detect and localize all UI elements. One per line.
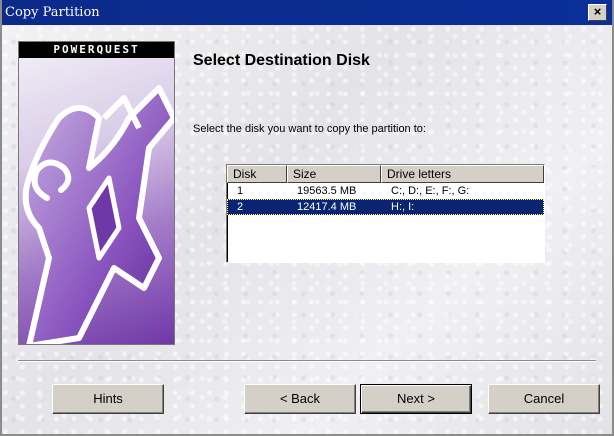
disk-row-1[interactable]: 1 19563.5 MB C:, D:, E:, F:, G: xyxy=(227,183,544,199)
cancel-button[interactable]: Cancel xyxy=(488,384,600,414)
disk-number: 1 xyxy=(237,185,244,197)
hints-button[interactable]: Hints xyxy=(52,384,164,414)
window-title: Copy Partition xyxy=(5,5,100,20)
column-header-size[interactable]: Size xyxy=(287,165,381,183)
disk-drive-letters: H:, I: xyxy=(391,201,415,213)
disk-list-header: Disk Size Drive letters xyxy=(227,165,544,183)
powerquest-logo-art xyxy=(22,85,174,344)
button-separator xyxy=(18,360,596,362)
page-heading: Select Destination Disk xyxy=(193,52,370,69)
next-button[interactable]: Next > xyxy=(360,384,472,414)
back-button[interactable]: < Back xyxy=(244,384,356,414)
disk-number: 2 xyxy=(237,201,244,213)
disk-size: 12417.4 MB xyxy=(297,201,357,213)
disk-row-2[interactable]: 2 12417.4 MB H:, I: xyxy=(227,199,544,215)
column-header-drive-letters[interactable]: Drive letters xyxy=(381,165,544,183)
disk-drive-letters: C:, D:, E:, F:, G: xyxy=(391,185,470,197)
disk-list[interactable]: Disk Size Drive letters 1 19563.5 MB C:,… xyxy=(226,164,545,263)
close-button[interactable]: × xyxy=(588,4,607,21)
brand-label: POWERQUEST xyxy=(19,42,174,58)
disk-size: 19563.5 MB xyxy=(297,185,357,197)
powerquest-logo-panel: POWERQUEST xyxy=(18,41,175,345)
title-bar[interactable]: Copy Partition × xyxy=(2,0,612,25)
column-header-disk[interactable]: Disk xyxy=(227,165,287,183)
copy-partition-dialog: Copy Partition × POWERQUEST Select Desti… xyxy=(0,0,614,436)
instruction-text: Select the disk you want to copy the par… xyxy=(193,123,426,135)
